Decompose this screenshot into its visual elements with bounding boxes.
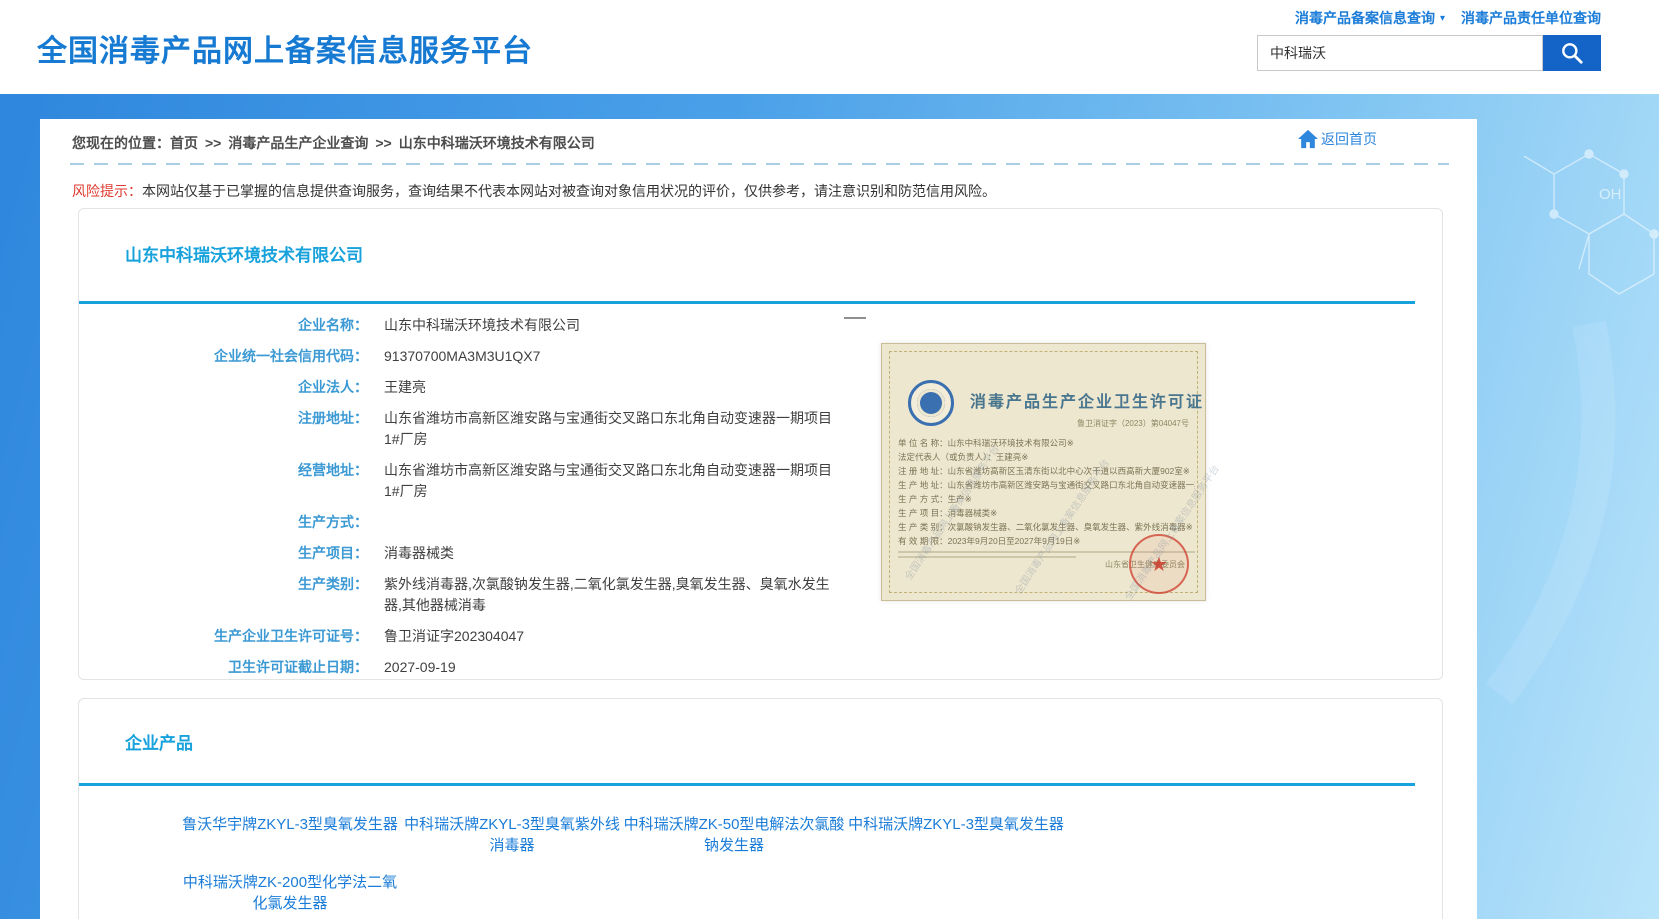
- dashed-divider: [70, 163, 1449, 165]
- title-divider: [79, 301, 1415, 304]
- field-label: 企业名称：: [79, 315, 368, 336]
- field-value: 山东省潍坊市高新区潍安路与宝通街交叉路口东北角自动变速器一期项目1#厂房: [384, 408, 842, 450]
- title-divider: [79, 783, 1415, 786]
- chevron-down-icon: ▾: [1440, 13, 1445, 24]
- back-home-label: 返回首页: [1321, 129, 1377, 149]
- back-home-link[interactable]: 返回首页: [1297, 129, 1377, 149]
- certificate-line: 单 位 名 称：山东中科瑞沃环境技术有限公司※: [898, 436, 1195, 450]
- field-value: 消毒器械类: [384, 543, 454, 564]
- company-title: 山东中科瑞沃环境技术有限公司: [125, 241, 363, 266]
- search-icon: [1559, 40, 1585, 66]
- certificate-line: 法定代表人（或负责人）：王建亮※: [898, 450, 1195, 464]
- product-link[interactable]: 鲁沃华宇牌ZKYL-3型臭氧发生器: [179, 814, 401, 856]
- product-link[interactable]: 中科瑞沃牌ZK-50型电解法次氯酸钠发生器: [623, 814, 845, 856]
- search-bar: [1257, 35, 1601, 71]
- breadcrumb-current: 山东中科瑞沃环境技术有限公司: [399, 135, 595, 151]
- field-value: 紫外线消毒器,次氯酸钠发生器,二氧化氯发生器,臭氧发生器、臭氧水发生器,其他器械…: [384, 574, 842, 616]
- info-row: 企业统一社会信用代码： 91370700MA3M3U1QX7: [79, 346, 842, 367]
- red-seal-icon: ★: [1129, 534, 1189, 594]
- company-info-card: 山东中科瑞沃环境技术有限公司 企业名称： 山东中科瑞沃环境技术有限公司 企业统一…: [78, 208, 1443, 680]
- info-row: 企业名称： 山东中科瑞沃环境技术有限公司: [79, 315, 842, 336]
- products-list: 鲁沃华宇牌ZKYL-3型臭氧发生器 中科瑞沃牌ZKYL-3型臭氧紫外线消毒器 中…: [179, 814, 1067, 919]
- product-row: 鲁沃华宇牌ZKYL-3型臭氧发生器 中科瑞沃牌ZKYL-3型臭氧紫外线消毒器 中…: [179, 814, 1067, 856]
- field-label: 生产方式：: [79, 512, 368, 533]
- field-label: 企业统一社会信用代码：: [79, 346, 368, 367]
- info-row: 注册地址： 山东省潍坊市高新区潍安路与宝通街交叉路口东北角自动变速器一期项目1#…: [79, 408, 842, 450]
- certificate-line: 注 册 地 址：山东省潍坊高新区玉清东街以北中心次干道以西高新大厦902室※: [898, 464, 1195, 478]
- field-value: 2027-09-19: [384, 657, 456, 678]
- home-icon: [1297, 129, 1319, 149]
- risk-notice-text: 本网站仅基于已掌握的信息提供查询服务，查询结果不代表本网站对被查询对象信用状况的…: [142, 183, 996, 199]
- dash-mark: [844, 317, 866, 319]
- emblem-core: [917, 389, 945, 417]
- field-label: 经营地址：: [79, 460, 368, 502]
- breadcrumb-enterprise-query[interactable]: 消毒产品生产企业查询: [228, 135, 368, 151]
- product-row: 中科瑞沃牌ZK-200型化学法二氧化氯发生器: [179, 872, 1067, 914]
- product-link[interactable]: 中科瑞沃牌ZKYL-3型臭氧紫外线消毒器: [401, 814, 623, 856]
- site-header: 全国消毒产品网上备案信息服务平台 消毒产品备案信息查询 ▾ 消毒产品责任单位查询: [0, 0, 1659, 94]
- info-row: 生产项目： 消毒器械类: [79, 543, 842, 564]
- info-row: 企业法人： 王建亮: [79, 377, 842, 398]
- field-label: 生产项目：: [79, 543, 368, 564]
- top-nav: 消毒产品备案信息查询 ▾ 消毒产品责任单位查询: [1257, 8, 1601, 28]
- info-row: 经营地址： 山东省潍坊市高新区潍安路与宝通街交叉路口东北角自动变速器一期项目1#…: [79, 460, 842, 502]
- certificate-line: 生 产 类 别：次氯酸钠发生器、二氧化氯发生器、臭氧发生器、紫外线消毒器※: [898, 520, 1195, 534]
- info-row: 生产方式：: [79, 512, 842, 533]
- certificate-line: 生 产 方 式：生产※: [898, 492, 1195, 506]
- certificate-line: 生 产 项 目：消毒器械类※: [898, 506, 1195, 520]
- svg-text:OH: OH: [1599, 186, 1622, 203]
- breadcrumb-home[interactable]: 首页: [170, 135, 198, 151]
- search-input[interactable]: [1257, 35, 1543, 71]
- company-field-list: 企业名称： 山东中科瑞沃环境技术有限公司 企业统一社会信用代码： 9137070…: [79, 315, 842, 688]
- field-label: 注册地址：: [79, 408, 368, 450]
- background-molecule-graphic: OH: [1469, 94, 1659, 734]
- breadcrumb-separator: >>: [375, 135, 391, 151]
- search-button[interactable]: [1543, 35, 1601, 71]
- product-link[interactable]: 中科瑞沃牌ZK-200型化学法二氧化氯发生器: [179, 872, 401, 914]
- field-value: 91370700MA3M3U1QX7: [384, 346, 540, 367]
- certificate-line: 生 产 地 址：山东省潍坊市高新区潍安路与宝通街交叉路口东北角自动变速器一期项目…: [898, 478, 1195, 492]
- field-value: 鲁卫消证字202304047: [384, 626, 524, 647]
- products-card: 企业产品 鲁沃华宇牌ZKYL-3型臭氧发生器 中科瑞沃牌ZKYL-3型臭氧紫外线…: [78, 698, 1443, 919]
- field-value: 山东省潍坊市高新区潍安路与宝通街交叉路口东北角自动变速器一期项目1#厂房: [384, 460, 842, 502]
- field-label: 生产类别：: [79, 574, 368, 616]
- star-icon: ★: [1150, 552, 1168, 577]
- risk-notice-label: 风险提示：: [72, 183, 142, 199]
- info-row: 生产企业卫生许可证号： 鲁卫消证字202304047: [79, 626, 842, 647]
- risk-notice: 风险提示：本网站仅基于已掌握的信息提供查询服务，查询结果不代表本网站对被查询对象…: [72, 181, 996, 201]
- info-row: 生产类别： 紫外线消毒器,次氯酸钠发生器,二氧化氯发生器,臭氧发生器、臭氧水发生…: [79, 574, 842, 616]
- field-label: 企业法人：: [79, 377, 368, 398]
- field-value: 山东中科瑞沃环境技术有限公司: [384, 315, 580, 336]
- breadcrumb-prefix: 您现在的位置：: [72, 135, 170, 151]
- site-title: 全国消毒产品网上备案信息服务平台: [37, 26, 533, 70]
- product-link[interactable]: 中科瑞沃牌ZKYL-3型臭氧发生器: [845, 814, 1067, 856]
- field-label: 卫生许可证截止日期：: [79, 657, 368, 678]
- nav-link-label: 消毒产品责任单位查询: [1461, 8, 1601, 28]
- field-label: 生产企业卫生许可证号：: [79, 626, 368, 647]
- main-panel: 您现在的位置：首页 >> 消毒产品生产企业查询 >> 山东中科瑞沃环境技术有限公司 返回…: [40, 119, 1477, 919]
- license-certificate-image: 消毒产品生产企业卫生许可证 鲁卫消证字（2023）第04047号 单 位 名 称…: [881, 343, 1206, 601]
- field-value: 王建亮: [384, 377, 426, 398]
- info-row: 卫生许可证截止日期： 2027-09-19: [79, 657, 842, 678]
- emblem-icon: [908, 380, 954, 426]
- certificate-number: 鲁卫消证字（2023）第04047号: [1077, 418, 1189, 429]
- certificate-title: 消毒产品生产企业卫生许可证: [970, 388, 1204, 412]
- header-tools: 消毒产品备案信息查询 ▾ 消毒产品责任单位查询: [1257, 8, 1601, 71]
- products-title: 企业产品: [125, 729, 193, 754]
- nav-link-responsible-unit-query[interactable]: 消毒产品责任单位查询: [1461, 8, 1601, 28]
- nav-link-record-info-query[interactable]: 消毒产品备案信息查询 ▾: [1295, 8, 1445, 28]
- nav-link-label: 消毒产品备案信息查询: [1295, 8, 1435, 28]
- breadcrumb: 您现在的位置：首页 >> 消毒产品生产企业查询 >> 山东中科瑞沃环境技术有限公司: [72, 133, 595, 153]
- breadcrumb-separator: >>: [205, 135, 221, 151]
